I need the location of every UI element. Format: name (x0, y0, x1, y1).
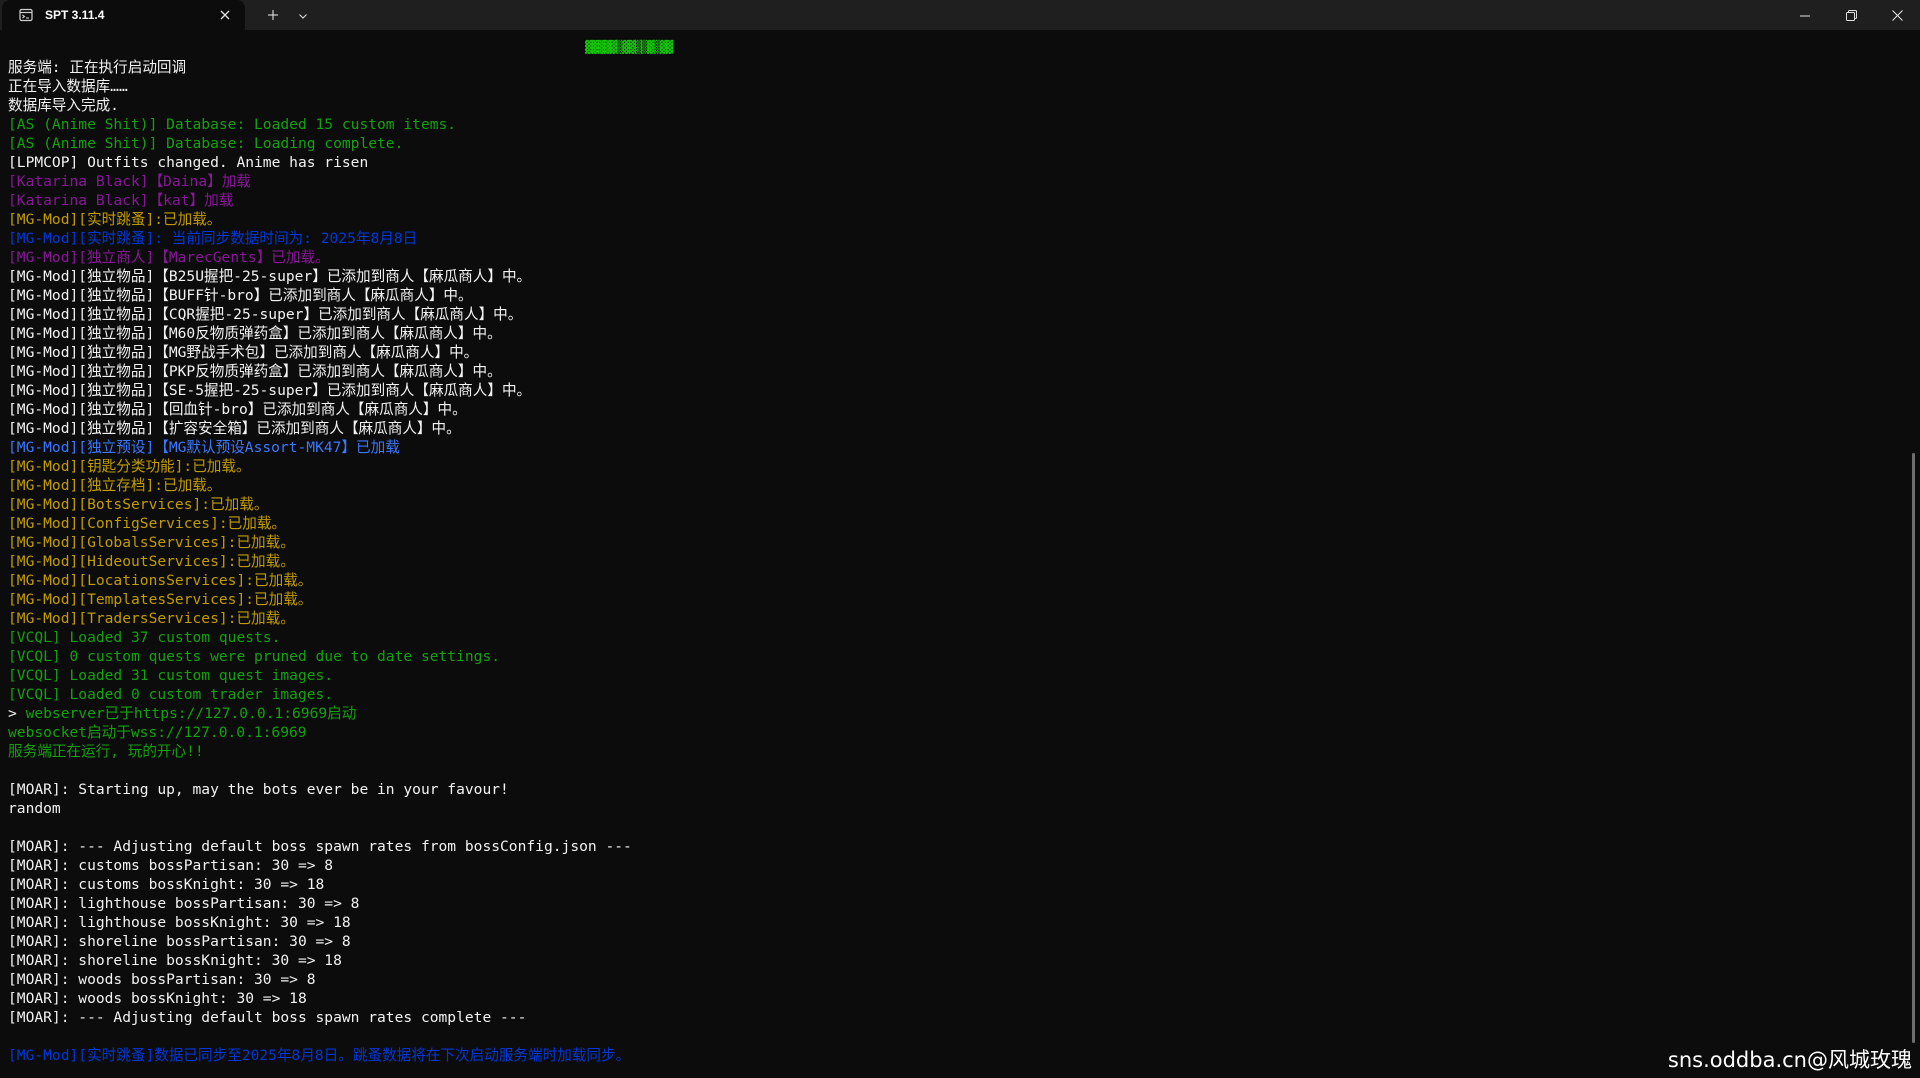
terminal-line: [MG-Mod][独立物品]【BUFF针-bro】已添加到商人【麻瓜商人】中。 (8, 287, 473, 304)
terminal-line: 数据库导入完成. (8, 97, 119, 114)
terminal-line: [MG-Mod][TradersServices]:已加载。 (8, 610, 295, 627)
terminal-line: [MG-Mod][实时跳蚤]数据已同步至2025年8月8日。跳蚤数据将在下次启动… (8, 1047, 631, 1064)
terminal-line: [MOAR]: woods bossPartisan: 30 => 8 (8, 971, 316, 988)
watermark: sns.oddba.cn@风城玫瑰 (1667, 1048, 1912, 1072)
terminal-line: [MOAR]: --- Adjusting default boss spawn… (8, 1009, 527, 1026)
terminal-line: [MG-Mod][TemplatesServices]:已加载。 (8, 591, 313, 608)
ascii-banner: ▓▓▓▓▓▒▓▓▒▒▓▒▓▓ (585, 40, 673, 54)
close-icon (1891, 6, 1903, 25)
terminal-line: [MOAR]: customs bossKnight: 30 => 18 (8, 876, 325, 893)
terminal-line: [AS (Anime Shit)] Database: Loading comp… (8, 135, 404, 152)
close-window-button[interactable] (1874, 0, 1920, 30)
terminal-line: [VCQL] 0 custom quests were pruned due t… (8, 648, 501, 665)
terminal-line: 服务端: 正在执行启动回调 (8, 59, 187, 76)
close-tab-icon[interactable] (217, 7, 233, 23)
terminal-line: random (8, 800, 61, 817)
terminal-line: [LPMCOP] Outfits changed. Anime has rise… (8, 154, 369, 171)
terminal-line: [Katarina Black]【kat】加载 (8, 192, 234, 209)
terminal-line: [Katarina Black]【Daina】加载 (8, 173, 251, 190)
tab-spt[interactable]: SPT 3.11.4 (2, 0, 245, 30)
terminal-line: [MG-Mod][独立物品]【MG野战手术包】已添加到商人【麻瓜商人】中。 (8, 344, 479, 361)
terminal-line: [VCQL] Loaded 31 custom quest images. (8, 667, 334, 684)
terminal-icon (19, 8, 33, 22)
restore-button[interactable] (1828, 0, 1874, 30)
terminal-line: [AS (Anime Shit)] Database: Loaded 15 cu… (8, 116, 457, 133)
tab-title: SPT 3.11.4 (45, 8, 105, 22)
terminal-line: [MOAR]: --- Adjusting default boss spawn… (8, 838, 632, 855)
terminal-line: [MG-Mod][独立物品]【B25U握把-25-super】已添加到商人【麻瓜… (8, 268, 532, 285)
terminal-line: [MG-Mod][独立存档]:已加载。 (8, 477, 222, 494)
terminal-line: [MG-Mod][钥匙分类功能]:已加载。 (8, 458, 251, 475)
minimize-button[interactable] (1782, 0, 1828, 30)
terminal-line: [MG-Mod][独立物品]【SE-5握把-25-super】已添加到商人【麻瓜… (8, 382, 532, 399)
terminal-line: [MG-Mod][独立物品]【PKP反物质弹药盒】已添加到商人【麻瓜商人】中。 (8, 363, 502, 380)
terminal-line: [MG-Mod][GlobalsServices]:已加载。 (8, 534, 295, 551)
terminal-line: [MG-Mod][BotsServices]:已加载。 (8, 496, 269, 513)
terminal-line: 正在导入数据库…… (8, 78, 128, 95)
terminal-line: 服务端正在运行, 玩的开心!! (8, 743, 204, 760)
plus-icon (267, 6, 279, 25)
terminal-line: > webserver已于https://127.0.0.1:6969启动 (8, 704, 632, 723)
restore-icon (1845, 6, 1857, 25)
scrollbar-thumb[interactable] (1912, 453, 1915, 1043)
minimize-icon (1800, 6, 1810, 25)
new-tab-button[interactable] (258, 0, 288, 30)
terminal-line: [VCQL] Loaded 37 custom quests. (8, 629, 281, 646)
terminal-line: [MG-Mod][实时跳蚤]:已加载。 (8, 211, 222, 228)
terminal-line: [MG-Mod][LocationsServices]:已加载。 (8, 572, 313, 589)
terminal-line: [MG-Mod][独立商人]【MarecGents】已加载。 (8, 249, 330, 266)
terminal-line: [MG-Mod][独立预设]【MG默认预设Assort-MK47】已加载 (8, 439, 400, 456)
terminal-line: [MOAR]: Starting up, may the bots ever b… (8, 781, 509, 798)
terminal-line: [MG-Mod][ConfigServices]:已加载。 (8, 515, 287, 532)
terminal-output[interactable]: ▓▓▓▓▓▒▓▓▒▒▓▒▓▓ 服务端: 正在执行启动回调 正在导入数据库…… 数据库… (0, 30, 1905, 1078)
terminal-line: [MOAR]: shoreline bossPartisan: 30 => 8 (8, 933, 351, 950)
terminal-line: [MG-Mod][独立物品]【CQR握把-25-super】已添加到商人【麻瓜商… (8, 306, 523, 323)
scrollbar[interactable] (1905, 30, 1920, 1078)
chevron-down-icon (298, 6, 308, 25)
terminal-line: [MOAR]: lighthouse bossKnight: 30 => 18 (8, 914, 351, 931)
terminal-line: [MG-Mod][独立物品]【回血针-bro】已添加到商人【麻瓜商人】中。 (8, 401, 467, 418)
terminal-line: [MG-Mod][HideoutServices]:已加载。 (8, 553, 295, 570)
terminal-line: [MOAR]: shoreline bossKnight: 30 => 18 (8, 952, 342, 969)
title-bar-drag-area[interactable] (318, 0, 1782, 30)
terminal-line: [MOAR]: woods bossKnight: 30 => 18 (8, 990, 307, 1007)
tab-dropdown-button[interactable] (288, 0, 318, 30)
title-bar: SPT 3.11.4 (0, 0, 1920, 30)
prompt-marker: > (8, 705, 26, 722)
prompt-text: webserver已于https://127.0.0.1:6969启动 (25, 705, 357, 722)
terminal-line: [VCQL] Loaded 0 custom trader images. (8, 686, 334, 703)
terminal-lines: 服务端: 正在执行启动回调 正在导入数据库…… 数据库导入完成. [AS (Anime… (8, 58, 632, 1065)
terminal-line: [MG-Mod][独立物品]【M60反物质弹药盒】已添加到商人【麻瓜商人】中。 (8, 325, 502, 342)
terminal-line: [MOAR]: lighthouse bossPartisan: 30 => 8 (8, 895, 360, 912)
terminal-line: websocket启动于wss://127.0.0.1:6969 (8, 724, 307, 741)
terminal-line: [MG-Mod][实时跳蚤]: 当前同步数据时间为: 2025年8月8日 (8, 230, 418, 247)
terminal-line: [MOAR]: customs bossPartisan: 30 => 8 (8, 857, 334, 874)
terminal-line: [MG-Mod][独立物品]【扩容安全箱】已添加到商人【麻瓜商人】中。 (8, 420, 461, 437)
